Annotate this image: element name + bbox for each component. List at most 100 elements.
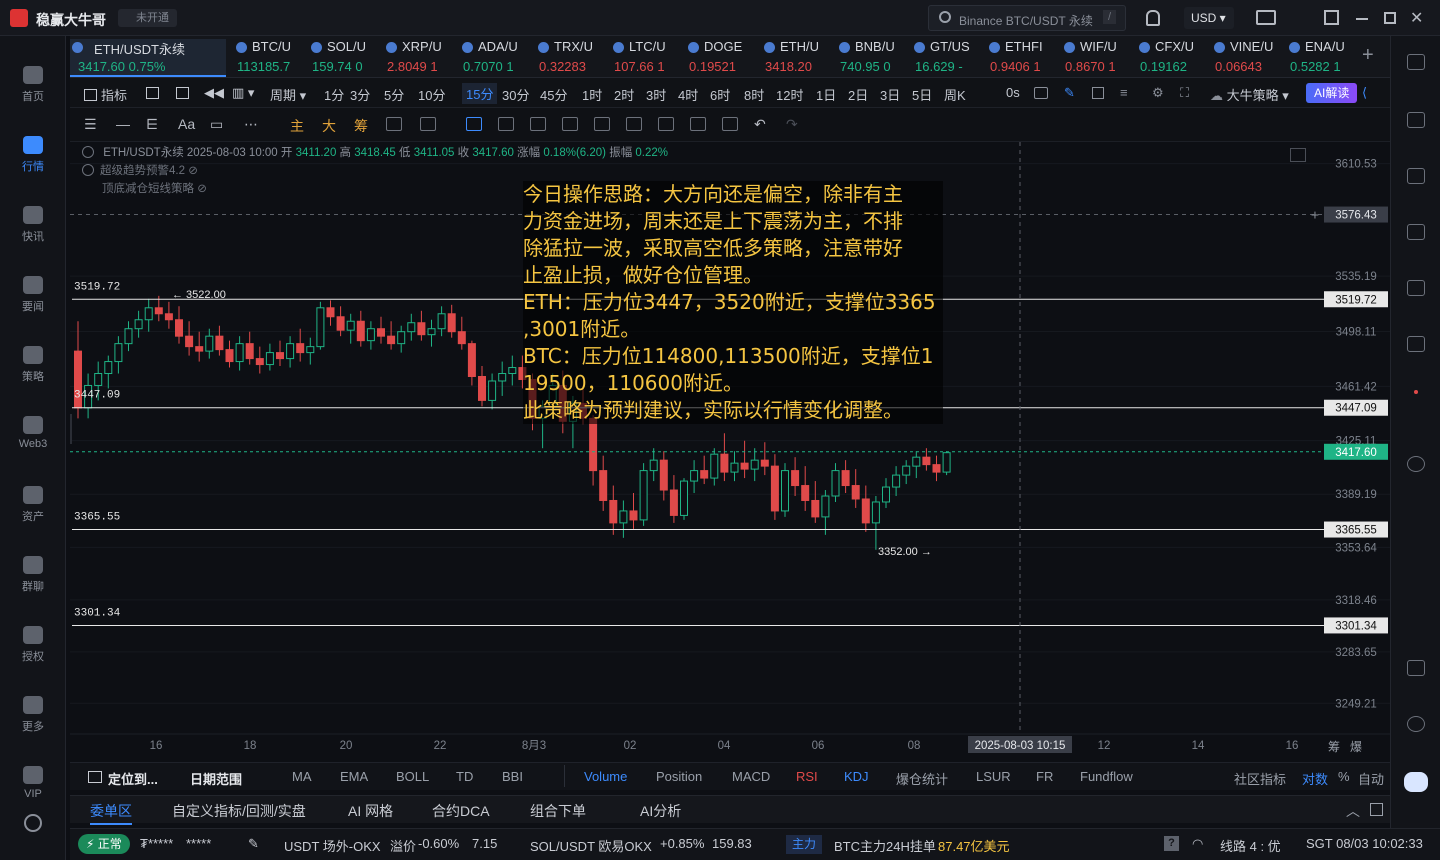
period-option[interactable]: 30分 bbox=[502, 85, 529, 104]
indicator-option[interactable]: 社区指标 bbox=[1234, 769, 1286, 788]
period-option[interactable]: 2日 bbox=[848, 85, 868, 104]
ticker-tab[interactable]: TRX/U 0.32283 bbox=[536, 39, 608, 77]
candle-tool-icon[interactable] bbox=[562, 117, 578, 131]
main-indicator-bbi[interactable]: BBI bbox=[502, 769, 523, 784]
period-option[interactable]: 5日 bbox=[912, 85, 932, 104]
indicator-option[interactable]: % bbox=[1338, 769, 1350, 784]
monitor-icon[interactable] bbox=[1407, 280, 1425, 296]
add-alert-icon[interactable]: + bbox=[1311, 207, 1319, 223]
maximize-icon[interactable] bbox=[1384, 12, 1396, 24]
search-input[interactable]: Binance BTC/USDT 永续 / bbox=[928, 5, 1126, 31]
ruler-icon[interactable]: ▭ bbox=[210, 116, 223, 133]
ticker-tab[interactable]: WIF/U 0.8670 1 bbox=[1062, 39, 1134, 77]
layout-icon[interactable] bbox=[176, 87, 189, 99]
undo-icon[interactable]: ↶ bbox=[754, 116, 766, 133]
bottom-tab[interactable]: 委单区 bbox=[90, 801, 132, 825]
text-tool[interactable]: Aa bbox=[178, 116, 195, 132]
nav-market-chart[interactable]: 行情 bbox=[0, 126, 66, 186]
list-icon[interactable]: ≡ bbox=[1120, 85, 1128, 100]
chip-distribution[interactable]: 筹 bbox=[354, 116, 368, 136]
chart-chip[interactable]: 爆 bbox=[1350, 738, 1362, 755]
highlighter-icon[interactable] bbox=[530, 117, 546, 131]
strategy-dropdown[interactable]: ☁ 大牛策略 ▾ bbox=[1210, 85, 1289, 104]
lock-icon[interactable] bbox=[594, 117, 610, 131]
nav-headline[interactable]: 要闻 bbox=[0, 266, 66, 326]
robot-assistant-icon[interactable] bbox=[1404, 772, 1428, 792]
connection-badge[interactable]: ⚡ 正常 bbox=[78, 834, 130, 854]
ticker-tab[interactable]: CFX/U 0.19162 bbox=[1137, 39, 1209, 77]
bell-icon[interactable] bbox=[1146, 10, 1160, 26]
ticker-tab[interactable]: ADA/U 0.7070 1 bbox=[460, 39, 532, 77]
add-ticker-icon[interactable]: + bbox=[1362, 44, 1374, 67]
big-chip[interactable]: 大 bbox=[322, 116, 336, 136]
period-option[interactable]: 45分 bbox=[540, 85, 567, 104]
nav-wallet[interactable]: 资产 bbox=[0, 476, 66, 536]
settings-icon[interactable]: ⚙ bbox=[1152, 85, 1164, 101]
period-option[interactable]: 5分 bbox=[384, 85, 404, 104]
period-option[interactable]: 3分 bbox=[350, 85, 370, 104]
nav-news-flash[interactable]: 快讯 bbox=[0, 196, 66, 256]
edit-icon[interactable] bbox=[626, 117, 642, 131]
redo-icon[interactable]: ↷ bbox=[786, 116, 798, 133]
help-icon[interactable]: ? bbox=[1164, 836, 1179, 851]
ticker-tab[interactable]: ETH/U 3418.20 bbox=[762, 39, 834, 77]
chart-chip[interactable]: 筹 bbox=[1328, 738, 1340, 755]
currency-select[interactable]: USD ▾ bbox=[1184, 7, 1234, 29]
eraser-icon[interactable] bbox=[420, 117, 436, 131]
period-option[interactable]: 1时 bbox=[582, 85, 602, 104]
chart-type-icon[interactable]: ▥ ▾ bbox=[232, 85, 254, 101]
chart-expand-icon[interactable] bbox=[1290, 148, 1306, 162]
sub-indicator[interactable]: Volume bbox=[584, 769, 627, 784]
main-chip[interactable]: 主 bbox=[290, 116, 304, 136]
bottom-tab[interactable]: 组合下单 bbox=[530, 801, 586, 821]
ticker-tab[interactable]: LTC/U 107.66 1 bbox=[611, 39, 683, 77]
bottom-tab[interactable]: AI分析 bbox=[640, 801, 681, 821]
nav-grid[interactable]: 更多 bbox=[0, 686, 66, 746]
card-icon[interactable] bbox=[1407, 336, 1425, 352]
ticker-tab[interactable]: BTC/U 113185.7 bbox=[234, 39, 306, 77]
dollar-icon[interactable] bbox=[1407, 168, 1425, 184]
sub-indicator[interactable]: Fundflow bbox=[1080, 769, 1133, 784]
period-option[interactable]: 3时 bbox=[646, 85, 666, 104]
nav-vip-diamond[interactable]: VIP bbox=[0, 756, 66, 816]
trash-icon[interactable] bbox=[722, 117, 738, 131]
copy-icon[interactable] bbox=[466, 117, 482, 131]
ticker-tab[interactable]: ETHFI 0.9406 1 bbox=[987, 39, 1059, 77]
ticker-tab[interactable]: SOL/U 159.74 0 bbox=[309, 39, 381, 77]
nav-web3[interactable]: Web3 bbox=[0, 406, 66, 466]
indicator-option[interactable]: 对数 bbox=[1302, 769, 1328, 788]
list-view-icon[interactable] bbox=[1407, 54, 1425, 70]
indicator-row-1[interactable]: 超级趋势预警4.2 ⊘ bbox=[82, 162, 198, 178]
nav-key[interactable]: 授权 bbox=[0, 616, 66, 676]
camera-icon[interactable] bbox=[1034, 87, 1048, 99]
menu-lines-icon[interactable]: ☰ bbox=[84, 116, 97, 133]
share-icon[interactable]: ⟨ bbox=[1362, 85, 1367, 101]
sub-indicator[interactable]: FR bbox=[1036, 769, 1053, 784]
date-range-dropdown[interactable]: 日期范围 bbox=[190, 769, 242, 788]
settings-gear-icon[interactable] bbox=[24, 814, 42, 832]
more-icon[interactable]: ⋯ bbox=[244, 116, 258, 133]
sub-indicator[interactable]: KDJ bbox=[844, 769, 869, 784]
layout-panel-icon[interactable] bbox=[1407, 660, 1425, 676]
minimize-icon[interactable] bbox=[1356, 18, 1368, 20]
ticker-tab[interactable]: VINE/U 0.06643 bbox=[1212, 39, 1284, 77]
period-option[interactable]: 1分 bbox=[324, 85, 344, 104]
rewind-icon[interactable]: ◀◀ bbox=[204, 85, 224, 101]
line-status[interactable]: 线路 4 : 优 bbox=[1220, 836, 1281, 855]
collapse-left-handle[interactable] bbox=[70, 414, 72, 444]
nav-chat[interactable]: 群聊 bbox=[0, 546, 66, 606]
ticker-tab[interactable]: GT/US 16.629 - bbox=[912, 39, 984, 77]
order-book-icon[interactable] bbox=[1407, 112, 1425, 128]
period-option[interactable]: 1日 bbox=[816, 85, 836, 104]
main-indicator-ma[interactable]: MA bbox=[292, 769, 312, 784]
period-option[interactable]: 6时 bbox=[710, 85, 730, 104]
brush-icon[interactable] bbox=[498, 117, 514, 131]
pen-icon[interactable]: ✎ bbox=[1064, 85, 1075, 101]
calendar-icon[interactable] bbox=[146, 87, 159, 99]
horizontal-line-icon[interactable]: — bbox=[116, 116, 130, 132]
indicator-row-2[interactable]: 顶底减仓短线策略 ⊘ bbox=[102, 180, 207, 196]
locate-button[interactable]: 定位到... bbox=[108, 769, 158, 788]
rotate-icon[interactable] bbox=[386, 117, 402, 131]
period-option[interactable]: 3日 bbox=[880, 85, 900, 104]
mail-icon[interactable] bbox=[1256, 10, 1276, 25]
